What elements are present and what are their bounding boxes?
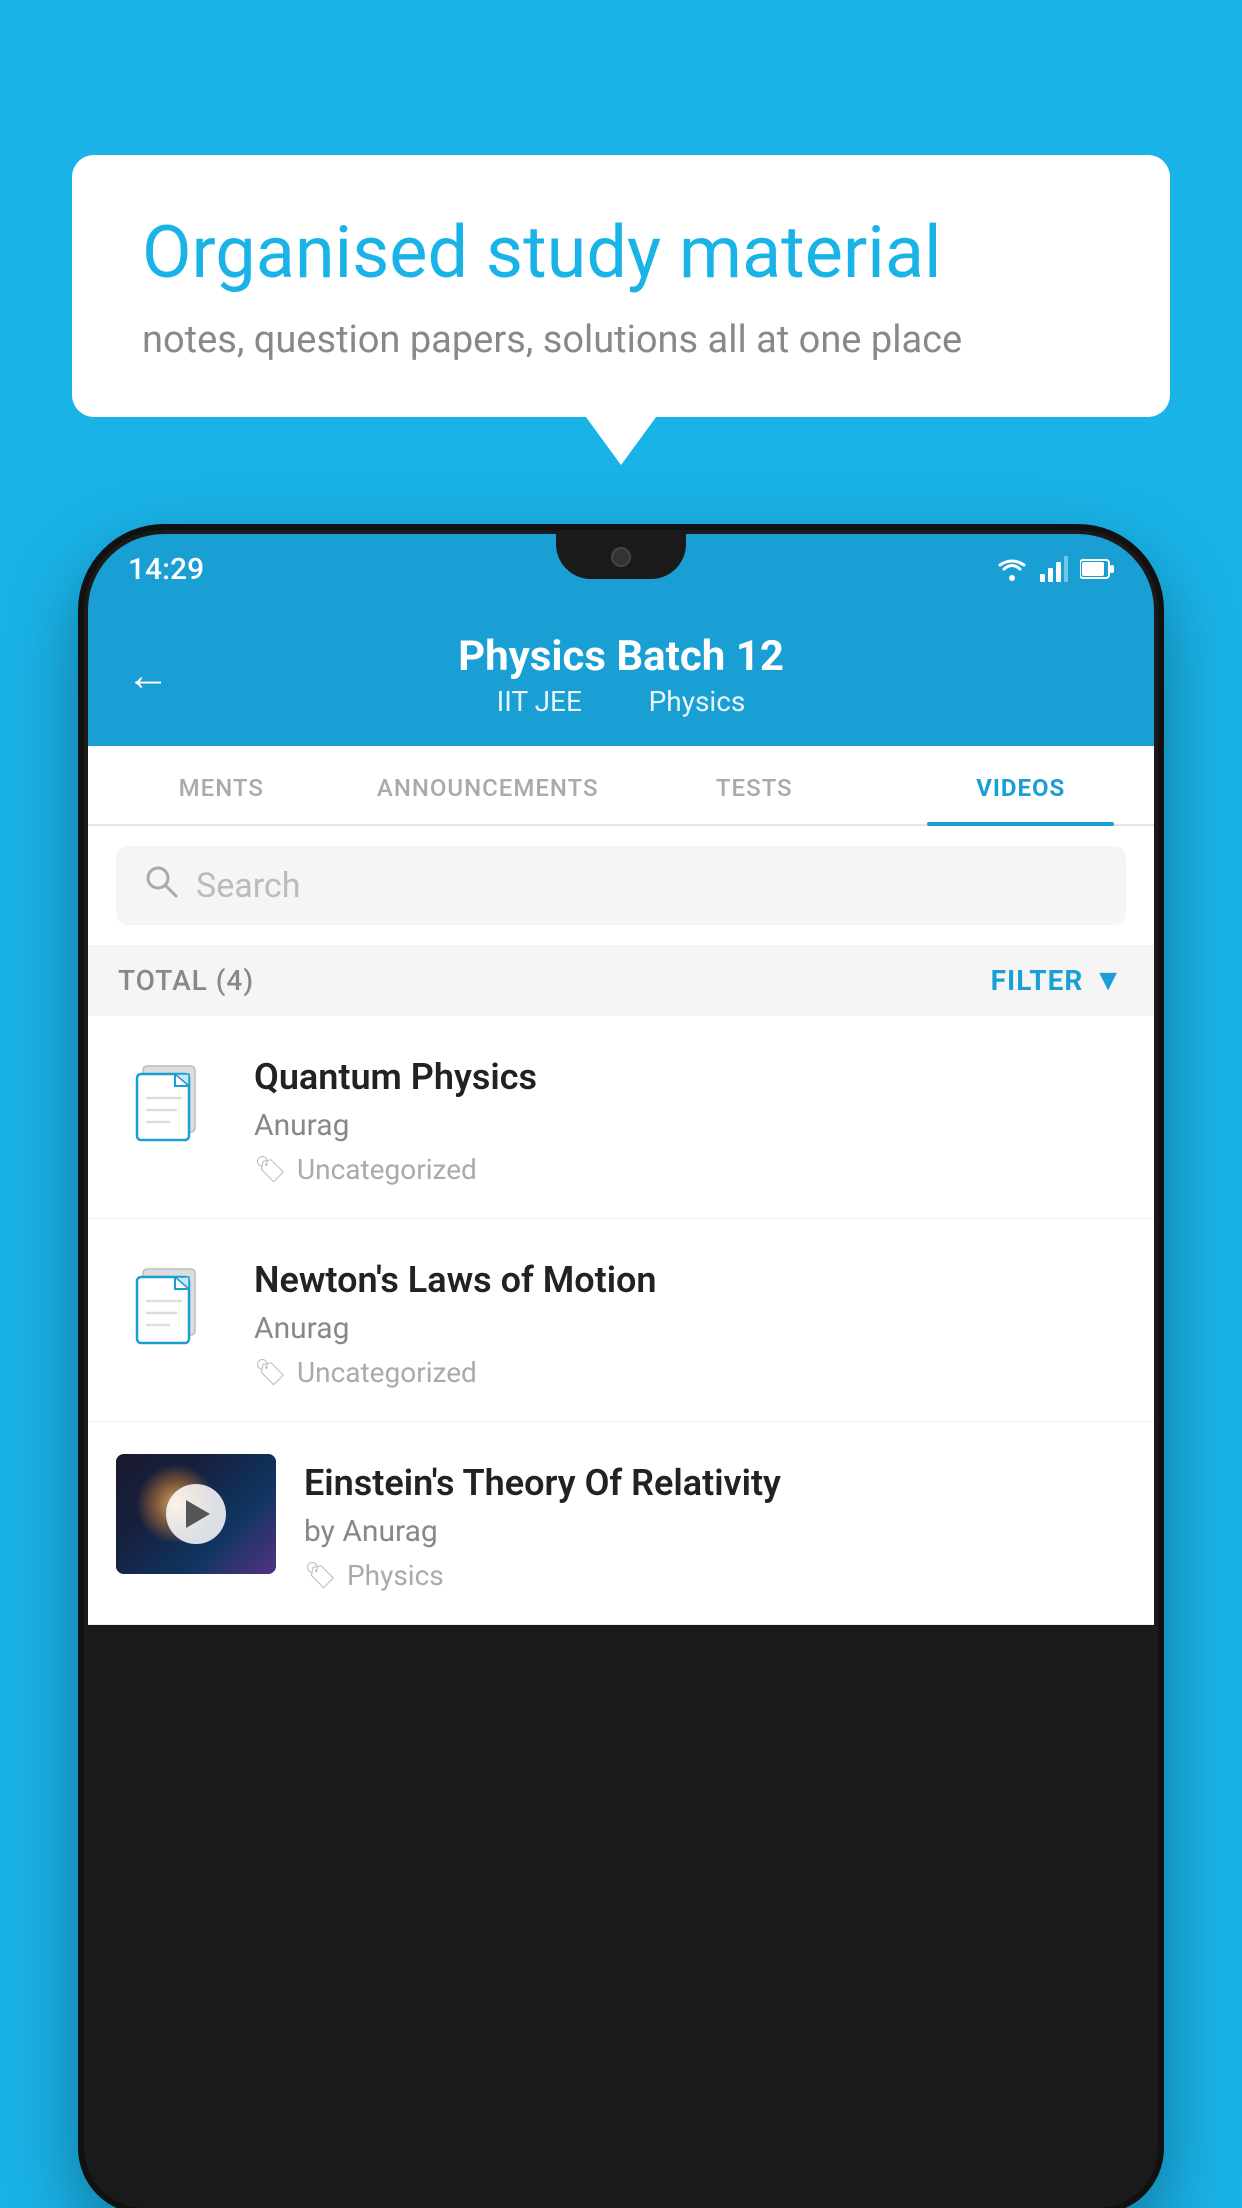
video-title: Quantum Physics — [254, 1056, 1126, 1098]
tag-icon: 🏷 — [254, 1358, 287, 1388]
tab-tests[interactable]: TESTS — [621, 746, 888, 824]
video-info: Quantum Physics Anurag 🏷 Uncategorized — [254, 1048, 1126, 1186]
tag-label: Uncategorized — [297, 1356, 477, 1389]
video-info: Newton's Laws of Motion Anurag 🏷 Uncateg… — [254, 1251, 1126, 1389]
search-container: Search — [88, 826, 1154, 945]
speech-bubble: Organised study material notes, question… — [72, 155, 1170, 417]
tag-icon: 🏷 — [304, 1561, 337, 1591]
phone-frame: 14:29 — [84, 530, 1158, 2208]
filter-icon: ▼ — [1093, 963, 1124, 998]
app-header: ← Physics Batch 12 IIT JEE Physics — [88, 604, 1154, 746]
status-icons — [996, 556, 1114, 582]
phone-screen: 14:29 — [88, 534, 1154, 2204]
search-input[interactable]: Search — [196, 866, 300, 906]
video-tag: 🏷 Uncategorized — [254, 1153, 1126, 1186]
video-author: by Anurag — [304, 1514, 1126, 1549]
tag-icon: 🏷 — [254, 1155, 287, 1185]
video-author: Anurag — [254, 1108, 1126, 1143]
tab-announcements[interactable]: ANNOUNCEMENTS — [355, 746, 622, 824]
file-icon — [116, 1251, 226, 1361]
header-subtitle: IIT JEE Physics — [489, 685, 754, 718]
video-info: Einstein's Theory Of Relativity by Anura… — [304, 1454, 1126, 1592]
bubble-title: Organised study material — [142, 210, 1100, 296]
notch — [556, 534, 686, 579]
tab-videos[interactable]: VIDEOS — [888, 746, 1155, 824]
filter-button[interactable]: FILTER ▼ — [991, 963, 1124, 998]
file-icon — [116, 1048, 226, 1158]
header-title: Physics Batch 12 — [458, 632, 784, 681]
tag-label: Physics — [347, 1559, 444, 1592]
video-title: Newton's Laws of Motion — [254, 1259, 1126, 1301]
video-title: Einstein's Theory Of Relativity — [304, 1462, 1126, 1504]
header-subtitle-2: Physics — [649, 685, 746, 718]
search-icon — [144, 864, 178, 907]
video-list: Quantum Physics Anurag 🏷 Uncategorized — [88, 1016, 1154, 1625]
filter-bar: TOTAL (4) FILTER ▼ — [88, 945, 1154, 1016]
promo-section: Organised study material notes, question… — [72, 155, 1170, 417]
camera — [611, 547, 631, 567]
list-item[interactable]: Newton's Laws of Motion Anurag 🏷 Uncateg… — [88, 1219, 1154, 1422]
filter-label: FILTER — [991, 964, 1084, 997]
list-item[interactable]: Einstein's Theory Of Relativity by Anura… — [88, 1422, 1154, 1625]
tabs-bar: MENTS ANNOUNCEMENTS TESTS VIDEOS — [88, 746, 1154, 826]
total-count: TOTAL (4) — [118, 964, 254, 997]
play-icon — [186, 1500, 210, 1528]
tab-ments[interactable]: MENTS — [88, 746, 355, 824]
play-button[interactable] — [166, 1484, 226, 1544]
tag-label: Uncategorized — [297, 1153, 477, 1186]
video-tag: 🏷 Uncategorized — [254, 1356, 1126, 1389]
status-bar: 14:29 — [88, 534, 1154, 604]
header-subtitle-sep — [605, 685, 626, 718]
list-item[interactable]: Quantum Physics Anurag 🏷 Uncategorized — [88, 1016, 1154, 1219]
signal-icon — [1040, 556, 1068, 582]
back-button[interactable]: ← — [126, 649, 170, 701]
search-bar[interactable]: Search — [116, 846, 1126, 925]
battery-icon — [1080, 558, 1114, 580]
header-subtitle-1: IIT JEE — [497, 685, 582, 718]
video-tag: 🏷 Physics — [304, 1559, 1126, 1592]
status-time: 14:29 — [128, 552, 204, 587]
bubble-subtitle: notes, question papers, solutions all at… — [142, 318, 1100, 362]
video-author: Anurag — [254, 1311, 1126, 1346]
wifi-icon — [996, 556, 1028, 582]
video-thumbnail — [116, 1454, 276, 1574]
